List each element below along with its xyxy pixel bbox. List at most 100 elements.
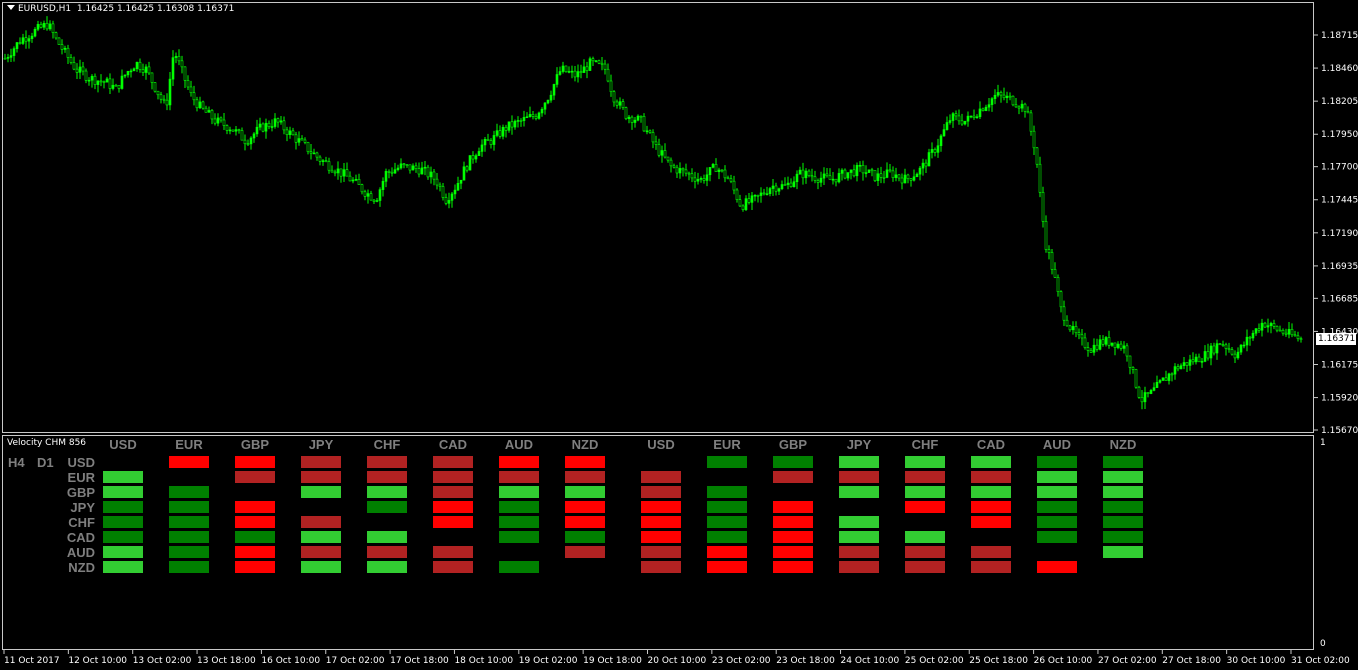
candle-body <box>690 173 694 179</box>
candle-body <box>99 80 103 83</box>
candle-body <box>942 129 946 137</box>
chart-title[interactable]: EURUSD,H1 1.16425 1.16425 1.16308 1.1637… <box>7 4 234 14</box>
column-header-cad: CAD <box>439 437 467 452</box>
candle-body <box>540 108 544 114</box>
strength-cell <box>641 471 681 483</box>
candle-body <box>345 169 349 177</box>
candle-body <box>747 198 751 203</box>
candle-body <box>1080 334 1084 339</box>
candle-body <box>996 92 1000 96</box>
strength-cell <box>499 471 539 483</box>
candle-body <box>993 94 997 99</box>
strength-cell <box>433 561 473 573</box>
strength-cell <box>103 531 143 543</box>
candle-body <box>183 66 187 81</box>
candle-body <box>972 115 976 118</box>
candle-body <box>381 181 385 190</box>
currency-strength-grid: USD EUR GBP JPY CHF CAD AUD NZD USD EUR GBP JPY CHF C… <box>8 437 1143 575</box>
candle-body <box>1113 342 1117 348</box>
candle-body <box>978 108 982 118</box>
strength-cell <box>905 471 945 483</box>
candle-body <box>1002 94 1006 99</box>
candle-body <box>1005 95 1009 99</box>
candle-body <box>504 126 508 131</box>
strength-cell <box>707 561 747 573</box>
candle-body <box>45 23 49 30</box>
candle-body <box>147 66 151 74</box>
strength-cell <box>773 516 813 528</box>
price-tick-label: 1.18460 <box>1321 64 1358 74</box>
candle-body <box>498 130 502 137</box>
candle-body <box>429 171 433 178</box>
candle-body <box>717 169 721 172</box>
candle-body <box>1128 355 1132 368</box>
strength-cell <box>773 561 813 573</box>
strength-cell <box>169 456 209 468</box>
candle-body <box>819 177 823 183</box>
candle-body <box>231 129 235 132</box>
time-tick-label: 27 Oct 02:00 <box>1098 656 1157 666</box>
candle-body <box>168 78 172 106</box>
timeframe-label-d1: D1 <box>37 455 54 470</box>
candle-body <box>393 169 397 174</box>
candle-body <box>18 42 22 44</box>
candle-body <box>96 80 100 85</box>
candle-body <box>339 168 343 177</box>
candle-body <box>798 169 802 175</box>
candle-body <box>711 164 715 168</box>
candle-body <box>189 86 193 94</box>
candle-body <box>639 115 643 118</box>
candle-body <box>624 107 628 119</box>
strength-cell <box>169 516 209 528</box>
strength-cell <box>971 486 1011 498</box>
candle-body <box>1041 192 1045 222</box>
candle-body <box>306 142 310 152</box>
candle-body <box>837 173 841 183</box>
candle-body <box>1242 344 1246 347</box>
candle-body <box>15 42 19 49</box>
candle-body <box>612 91 616 103</box>
strength-cell <box>235 501 275 513</box>
strength-cell <box>433 456 473 468</box>
candle-body <box>336 168 340 174</box>
candle-body <box>906 174 910 179</box>
candle-body <box>519 120 523 122</box>
candle-body <box>318 156 322 162</box>
time-tick-label: 25 Oct 02:00 <box>905 656 964 666</box>
strength-cell <box>367 531 407 543</box>
strength-cell <box>773 546 813 558</box>
price-tick-label: 1.17445 <box>1321 196 1358 206</box>
candle-body <box>888 169 892 172</box>
candle-body <box>1269 323 1273 326</box>
candle-body <box>1239 344 1243 353</box>
candle-body <box>858 164 862 167</box>
symbol-label: EURUSD,H1 <box>18 4 72 14</box>
candle-body <box>420 167 424 175</box>
candle-body <box>1107 337 1111 346</box>
candle-body <box>480 144 484 152</box>
candle-body <box>582 66 586 73</box>
price-tick-label: 1.17950 <box>1321 130 1358 140</box>
candle-body <box>105 78 109 83</box>
candle-body <box>1245 336 1249 346</box>
candle-body <box>912 176 916 181</box>
candle-body <box>195 99 199 109</box>
candle-body <box>672 165 676 168</box>
strength-cell <box>565 531 605 543</box>
candle-body <box>438 184 442 187</box>
candle-body <box>528 114 532 118</box>
candle-body <box>960 120 964 125</box>
candle-body <box>378 189 382 201</box>
candle-body <box>342 169 346 177</box>
candle-body <box>924 162 928 167</box>
candle-body <box>573 70 577 78</box>
candle-body <box>264 122 268 132</box>
candle-body <box>1035 147 1039 165</box>
column-header-jpy: JPY <box>309 437 334 452</box>
candle-body <box>654 141 658 145</box>
candle-body <box>9 55 13 58</box>
strength-cell <box>367 486 407 498</box>
candle-body <box>552 84 556 96</box>
candle-body <box>165 99 169 106</box>
collapse-arrow-icon[interactable] <box>7 5 15 10</box>
